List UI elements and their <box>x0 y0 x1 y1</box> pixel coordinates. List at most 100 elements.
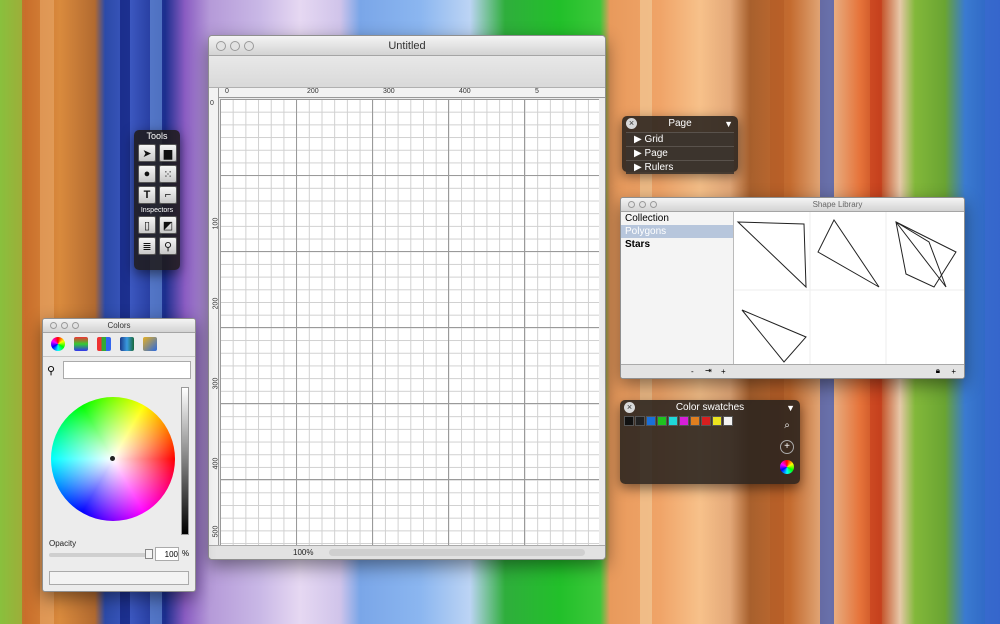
chevron-down-icon[interactable]: ▼ <box>786 400 795 416</box>
close-button[interactable] <box>628 201 635 208</box>
action-icon[interactable]: ⇥ <box>705 366 712 375</box>
crayons-icon[interactable] <box>143 337 157 351</box>
brightness-slider[interactable] <box>181 387 189 535</box>
color-swatch[interactable] <box>690 416 700 426</box>
color-search-input[interactable] <box>63 361 191 379</box>
zoom-button[interactable] <box>244 41 254 51</box>
ruler-label: 300 <box>383 88 395 95</box>
color-picker-cursor[interactable] <box>110 456 115 461</box>
ruler-label: 500 <box>212 525 220 538</box>
collection-list: Collection Polygons Stars <box>621 212 734 364</box>
magnifier-icon[interactable]: ⚲ <box>159 237 177 255</box>
close-icon[interactable]: × <box>626 118 637 129</box>
ruler-label: 100 <box>212 217 220 230</box>
opacity-slider[interactable] <box>49 549 153 559</box>
colors-title: Colors <box>107 321 131 330</box>
ruler-label: 5 <box>535 88 539 95</box>
color-swatch[interactable] <box>657 416 667 426</box>
shape-cell[interactable] <box>741 309 807 363</box>
horizontal-scrollbar[interactable] <box>329 549 585 556</box>
search-icon: ⚲ <box>47 364 56 377</box>
text-icon[interactable]: T <box>138 186 156 204</box>
color-swatches-title: Color swatches <box>675 402 745 413</box>
opacity-slider-thumb[interactable] <box>145 549 153 559</box>
hud-row-rulers[interactable]: ▶ Rulers <box>626 160 734 174</box>
drawing-canvas[interactable] <box>220 99 599 545</box>
collection-item[interactable]: Collection <box>621 212 733 225</box>
document-title: Untitled <box>388 40 426 52</box>
close-button[interactable] <box>50 322 57 329</box>
color-wheel-icon[interactable] <box>780 460 794 474</box>
close-icon[interactable]: × <box>624 402 635 413</box>
remove-collection-button[interactable]: - <box>691 367 694 376</box>
color-swatch[interactable] <box>712 416 722 426</box>
palettes-icon[interactable] <box>97 337 111 351</box>
minimize-button[interactable] <box>639 201 646 208</box>
color-well-strip[interactable] <box>49 571 189 585</box>
collection-item[interactable]: Stars <box>621 238 733 251</box>
page-hud-panel[interactable]: × Page ▼ ▶ Grid ▶ Page ▶ Rulers <box>622 116 738 174</box>
color-swatch[interactable] <box>646 416 656 426</box>
color-swatches-panel[interactable]: × Color swatches ▼ ⌕ + <box>620 400 800 484</box>
shape-library-titlebar[interactable]: Shape Library <box>621 198 964 212</box>
window-controls <box>628 201 657 208</box>
color-swatch[interactable] <box>624 416 634 426</box>
add-icon[interactable]: + <box>721 367 726 376</box>
sliders-icon[interactable] <box>74 337 88 351</box>
add-swatch-icon[interactable]: + <box>780 440 794 454</box>
page-icon[interactable]: ▯ <box>138 216 156 234</box>
swatch-row <box>620 416 800 426</box>
opacity-value-field[interactable] <box>155 547 179 561</box>
rectangle-icon[interactable]: ▆ <box>159 144 177 162</box>
list-icon[interactable]: ≣ <box>138 237 156 255</box>
color-swatch[interactable] <box>701 416 711 426</box>
zoom-level[interactable]: 100% <box>293 548 313 557</box>
zoom-button[interactable] <box>72 322 79 329</box>
style-icon[interactable]: ◩ <box>159 216 177 234</box>
close-button[interactable] <box>216 41 226 51</box>
add-shape-icon[interactable]: + <box>951 367 956 376</box>
status-bar: 100% <box>209 545 605 559</box>
page-hud-titlebar[interactable]: × Page ▼ <box>622 116 738 132</box>
minimize-button[interactable] <box>61 322 68 329</box>
color-wheel[interactable] <box>51 397 175 521</box>
colors-panel[interactable]: Colors ⚲ Opacity % <box>42 318 196 592</box>
color-swatch[interactable] <box>723 416 733 426</box>
opacity-label: Opacity <box>49 539 77 548</box>
shape-grid <box>734 212 964 365</box>
color-swatch[interactable] <box>668 416 678 426</box>
document-window[interactable]: Untitled 0 200 300 400 5 0 100 200 300 4… <box>208 35 606 560</box>
shape-library-footer: - ⇥ + 🔒︎ + <box>621 364 964 378</box>
color-wheel-icon[interactable] <box>51 337 65 351</box>
hud-row-label: Grid <box>644 134 664 145</box>
shape-library-window[interactable]: Shape Library Collection Polygons Stars <box>620 197 965 379</box>
color-swatches-titlebar[interactable]: × Color swatches ▼ <box>620 400 800 416</box>
toolbar-area <box>209 56 605 88</box>
vertical-ruler: 0 100 200 300 400 500 <box>209 88 219 545</box>
select-points-icon[interactable]: ⁙ <box>159 165 177 183</box>
ruler-label: 300 <box>212 377 220 390</box>
chevron-down-icon[interactable]: ▼ <box>724 116 733 132</box>
color-mode-toolbar <box>43 333 195 357</box>
minimize-button[interactable] <box>230 41 240 51</box>
hud-row-page[interactable]: ▶ Page <box>626 146 734 160</box>
colors-titlebar[interactable]: Colors <box>43 319 195 333</box>
collection-item[interactable]: Polygons <box>621 225 733 238</box>
color-swatch[interactable] <box>635 416 645 426</box>
hud-row-grid[interactable]: ▶ Grid <box>626 132 734 146</box>
document-titlebar[interactable]: Untitled <box>209 36 605 56</box>
shape-cell[interactable] <box>895 221 957 288</box>
eyedropper-icon[interactable]: ⌕ <box>780 420 794 434</box>
color-swatch[interactable] <box>679 416 689 426</box>
lock-icon[interactable]: 🔒︎ <box>936 366 940 376</box>
line-icon[interactable]: ⌐ <box>159 186 177 204</box>
shape-cell[interactable] <box>817 219 880 288</box>
shape-cell[interactable] <box>736 221 807 289</box>
zoom-button[interactable] <box>650 201 657 208</box>
tools-palette[interactable]: Tools ➤ ▆ ● ⁙ T ⌐ Inspectors ▯ ◩ ≣ ⚲ <box>134 130 180 270</box>
pointer-icon[interactable]: ➤ <box>138 144 156 162</box>
swatch-tools: ⌕ + <box>780 420 794 474</box>
spectrum-icon[interactable] <box>120 337 134 351</box>
circle-icon[interactable]: ● <box>138 165 156 183</box>
ruler-label: 0 <box>225 88 229 95</box>
